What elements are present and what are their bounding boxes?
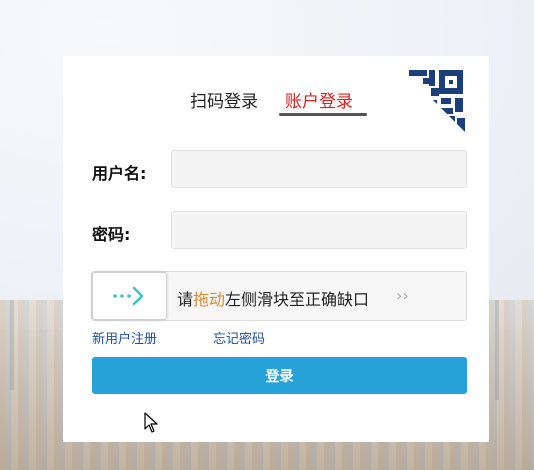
qr-code-corner-icon[interactable] [401, 68, 465, 132]
tab-scan-login[interactable]: 扫码登录 [190, 87, 258, 112]
tab-account-login[interactable]: 账户登录 [285, 87, 353, 112]
chevron-right-icon: ›› [396, 286, 409, 305]
arrow-right-dots-icon [112, 286, 143, 306]
forgot-password-link[interactable]: 忘记密码 [213, 328, 265, 347]
slider-text-highlight: 拖动 [193, 290, 226, 309]
slider-text-prefix: 请 [177, 290, 194, 309]
username-input[interactable] [171, 150, 467, 188]
slider-instruction: 请拖动左侧滑块至正确缺口 [177, 286, 369, 310]
background-crane [10, 300, 14, 390]
background-crane [495, 300, 499, 400]
username-label: 用户名: [92, 164, 147, 183]
slider-text-suffix: 左侧滑块至正确缺口 [225, 290, 370, 309]
login-button[interactable]: 登录 [92, 357, 467, 394]
slider-handle[interactable] [92, 272, 167, 320]
mouse-cursor-icon [144, 412, 158, 433]
active-tab-underline [279, 113, 367, 116]
register-link[interactable]: 新用户注册 [92, 328, 157, 347]
login-panel: 扫码登录 账户登录 用户名: 密码: 请拖动左侧滑块至正确缺口 ›› 新用户注册… [63, 56, 489, 442]
password-label: 密码: [92, 225, 131, 244]
password-input[interactable] [171, 211, 467, 249]
slider-captcha: 请拖动左侧滑块至正确缺口 ›› [91, 271, 467, 321]
